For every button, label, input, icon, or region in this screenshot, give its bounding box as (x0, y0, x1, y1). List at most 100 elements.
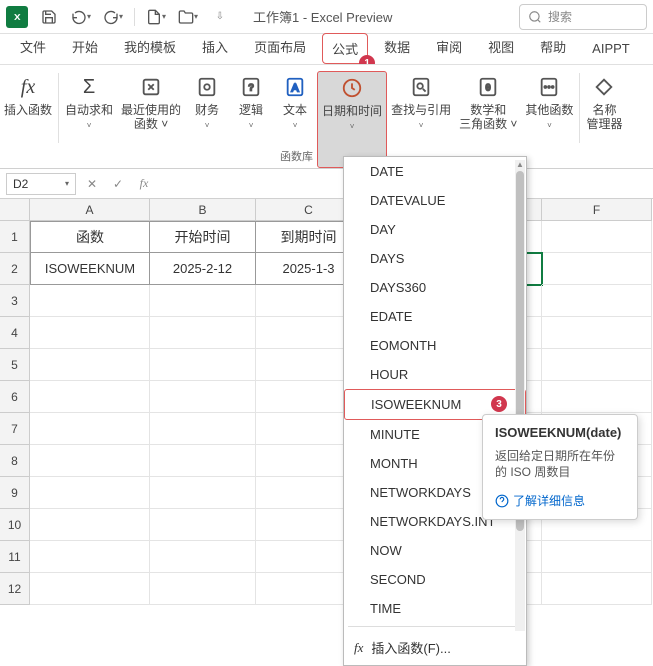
cell[interactable] (30, 285, 150, 317)
cell[interactable] (542, 253, 652, 285)
dropdown-item-time[interactable]: TIME (344, 594, 526, 623)
cell[interactable]: 2025-2-12 (150, 253, 256, 285)
cell[interactable] (30, 317, 150, 349)
row-header[interactable]: 5 (0, 349, 30, 381)
new-file-button[interactable]: ▾ (141, 4, 171, 30)
row-header[interactable]: 2 (0, 253, 30, 285)
cell[interactable] (542, 221, 652, 253)
dropdown-item-days[interactable]: DAYS (344, 244, 526, 273)
insert-function-button[interactable]: fx 插入函数 (0, 71, 56, 168)
autosum-button[interactable]: Σ 自动求和˅ (61, 71, 117, 168)
logical-button[interactable]: ? 逻辑˅ (229, 71, 273, 168)
cell[interactable] (30, 541, 150, 573)
cell[interactable] (150, 317, 256, 349)
search-box[interactable]: 搜索 (519, 4, 647, 30)
row-header[interactable]: 8 (0, 445, 30, 477)
row-header[interactable]: 1 (0, 221, 30, 253)
cell[interactable] (30, 477, 150, 509)
financial-button[interactable]: 财务˅ (185, 71, 229, 168)
cell[interactable] (150, 509, 256, 541)
dropdown-item-datevalue[interactable]: DATEVALUE (344, 186, 526, 215)
tab-page-layout[interactable]: 页面布局 (244, 31, 316, 64)
row-header[interactable]: 11 (0, 541, 30, 573)
dropdown-item-second[interactable]: SECOND (344, 565, 526, 594)
save-button[interactable] (34, 4, 64, 30)
cell[interactable] (150, 573, 256, 605)
cell[interactable] (30, 573, 150, 605)
dropdown-scrollbar[interactable]: ▲ (515, 160, 525, 631)
row-header[interactable]: 6 (0, 381, 30, 413)
cell[interactable] (542, 349, 652, 381)
name-manager-button[interactable]: 名称 管理器 (582, 71, 626, 168)
name-box[interactable]: D2 ▾ (6, 173, 76, 195)
tab-help[interactable]: 帮助 (530, 31, 576, 64)
cell[interactable]: ISOWEEKNUM (30, 253, 150, 285)
col-b[interactable]: B (150, 199, 256, 221)
row-header[interactable]: 9 (0, 477, 30, 509)
col-a[interactable]: A (30, 199, 150, 221)
cell[interactable] (30, 509, 150, 541)
excel-app-icon (6, 6, 28, 28)
tab-aippt[interactable]: AIPPT (582, 35, 640, 64)
tab-view[interactable]: 视图 (478, 31, 524, 64)
cell[interactable]: 函数 (30, 221, 150, 253)
lookup-icon (407, 73, 435, 101)
col-f[interactable]: F (542, 199, 652, 221)
row-header[interactable]: 3 (0, 285, 30, 317)
lookup-button[interactable]: 查找与引用˅ (387, 71, 455, 168)
dropdown-item-edate[interactable]: EDATE (344, 302, 526, 331)
dropdown-item-now[interactable]: NOW (344, 536, 526, 565)
cell[interactable] (150, 349, 256, 381)
tab-review[interactable]: 审阅 (426, 31, 472, 64)
insert-function-footer[interactable]: fx 插入函数(F)... (344, 630, 526, 665)
qat-customize-button[interactable]: ⇩ (205, 4, 235, 30)
cell[interactable]: 开始时间 (150, 221, 256, 253)
more-functions-button[interactable]: 其他函数˅ (521, 71, 577, 168)
cell[interactable] (150, 541, 256, 573)
cell[interactable] (150, 285, 256, 317)
clock-icon (338, 74, 366, 102)
open-button[interactable]: ▾ (173, 4, 203, 30)
text-label: 文本˅ (283, 103, 307, 133)
row-header[interactable]: 7 (0, 413, 30, 445)
row-header[interactable]: 12 (0, 573, 30, 605)
cell[interactable] (30, 349, 150, 381)
select-all-corner[interactable] (0, 199, 30, 221)
math-button[interactable]: θ 数学和 三角函数 ˅ (455, 71, 521, 168)
cell[interactable] (30, 413, 150, 445)
accept-formula-button[interactable]: ✓ (108, 174, 128, 194)
cell[interactable] (30, 445, 150, 477)
tab-templates[interactable]: 我的模板 (114, 31, 186, 64)
dropdown-item-days360[interactable]: DAYS360 (344, 273, 526, 302)
tab-insert[interactable]: 插入 (192, 31, 238, 64)
cell[interactable] (150, 445, 256, 477)
dropdown-item-day[interactable]: DAY (344, 215, 526, 244)
cell[interactable] (542, 285, 652, 317)
tab-formulas[interactable]: 公式 1 (322, 33, 368, 64)
tab-file[interactable]: 文件 (10, 31, 56, 64)
cell[interactable] (150, 413, 256, 445)
row-header[interactable]: 4 (0, 317, 30, 349)
cell[interactable] (542, 317, 652, 349)
dropdown-item-eomonth[interactable]: EOMONTH (344, 331, 526, 360)
undo-button[interactable]: ▾ (66, 4, 96, 30)
cell[interactable] (150, 381, 256, 413)
tab-data[interactable]: 数据 (374, 31, 420, 64)
cell[interactable] (542, 541, 652, 573)
dropdown-item-date[interactable]: DATE (344, 157, 526, 186)
date-time-button[interactable]: 日期和时间˅ 2 (317, 71, 387, 168)
cell[interactable] (542, 381, 652, 413)
help-icon (495, 494, 509, 508)
cell[interactable] (30, 381, 150, 413)
redo-button[interactable]: ▾ (98, 4, 128, 30)
dropdown-item-hour[interactable]: HOUR (344, 360, 526, 389)
cancel-formula-button[interactable]: ✕ (82, 174, 102, 194)
row-header[interactable]: 10 (0, 509, 30, 541)
fx-button[interactable]: fx (134, 174, 154, 194)
tooltip-title: ISOWEEKNUM(date) (495, 425, 625, 440)
tab-home[interactable]: 开始 (62, 31, 108, 64)
cell[interactable] (542, 573, 652, 605)
tooltip-learn-more-link[interactable]: 了解详细信息 (495, 492, 625, 509)
recent-functions-button[interactable]: 最近使用的 函数 ˅ (117, 71, 185, 168)
cell[interactable] (150, 477, 256, 509)
